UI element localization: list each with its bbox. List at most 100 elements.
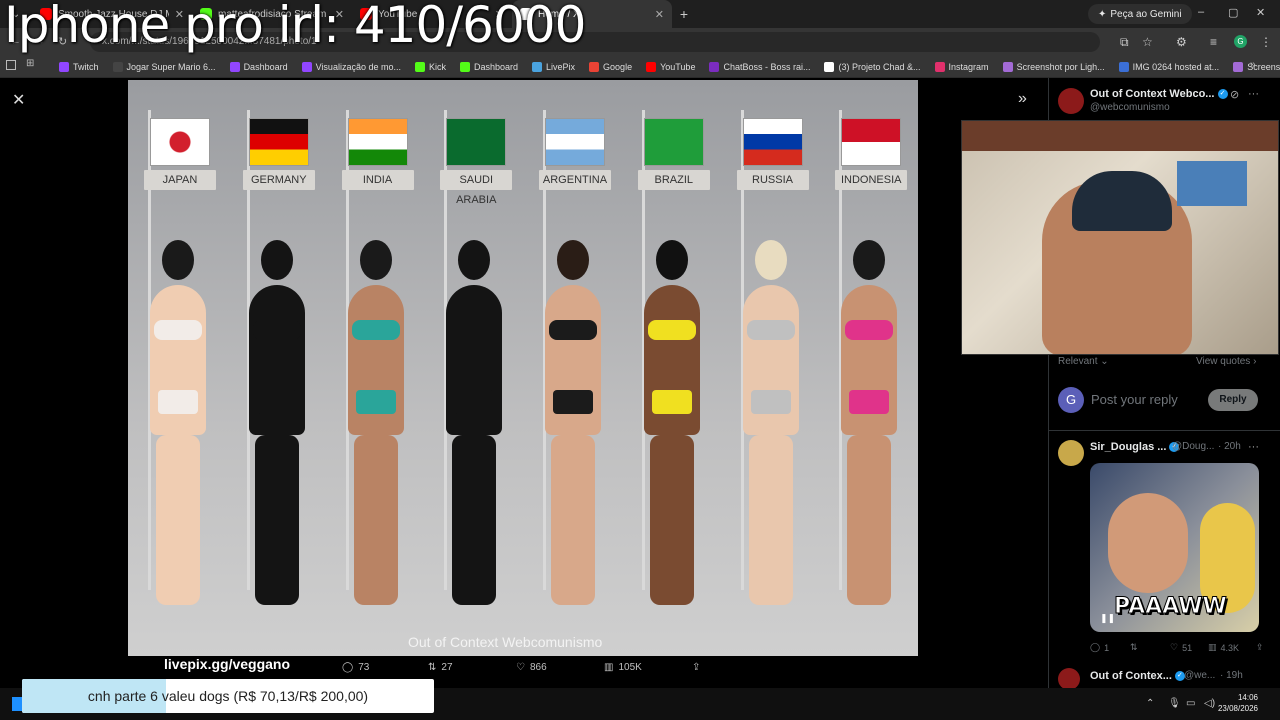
view-quotes-link[interactable]: View quotes ›	[1196, 356, 1256, 367]
country-label: SAUDI ARABIA	[440, 170, 513, 206]
bookmarks-bar: Twitch Jogar Super Mario 6... Dashboard Vis…	[0, 56, 1280, 78]
comment-repost[interactable]: ⇅	[1130, 642, 1138, 653]
tray-expand-icon[interactable]: ⌃	[1146, 698, 1154, 709]
new-tab-button[interactable]: +	[672, 6, 696, 22]
bar-chart-icon: ▥	[1208, 642, 1217, 652]
share-icon: ⇪	[692, 662, 701, 673]
expand-panel-icon[interactable]: »	[1018, 90, 1027, 108]
minimize-button[interactable]: –	[1198, 6, 1204, 18]
bookmark-star-icon[interactable]: ☆	[1142, 35, 1153, 49]
chevron-right-icon: ›	[1253, 356, 1257, 367]
bookmark-favicon-icon	[1233, 61, 1244, 72]
flag-icon	[742, 118, 803, 166]
bookmark-favicon-icon	[532, 61, 543, 72]
bookmark-item[interactable]: Visualização de mo...	[295, 61, 408, 72]
sort-dropdown[interactable]: Relevant ⌄	[1058, 356, 1109, 367]
post-photo[interactable]: JAPAN GERMANY INDIA SAUDI ARABIA ARGENTINA BR…	[128, 80, 918, 656]
commenter-avatar[interactable]	[1058, 440, 1084, 466]
comment-likes[interactable]: ♡ 51	[1170, 642, 1192, 653]
pause-icon[interactable]: ❚❚	[1100, 613, 1115, 624]
commenter-name[interactable]: Sir_Douglas ... ✓	[1090, 441, 1180, 453]
country-column: SAUDI ARABIA	[424, 80, 523, 656]
share-action[interactable]: ⇪	[692, 662, 700, 673]
author-handle[interactable]: @webcomunismo	[1090, 102, 1170, 113]
reply-input[interactable]: Post your reply	[1091, 392, 1178, 407]
author-avatar[interactable]	[1058, 88, 1084, 114]
next-author-avatar[interactable]	[1058, 668, 1080, 690]
country-label: INDONESIA	[835, 170, 908, 190]
webcam-overlay	[961, 120, 1279, 355]
bookmark-item[interactable]: Google	[582, 61, 639, 72]
next-author-name[interactable]: Out of Contex... ✓	[1090, 670, 1185, 682]
gemini-button[interactable]: ✦ Peça ao Gemini	[1088, 4, 1192, 24]
country-column: BRAZIL	[622, 80, 721, 656]
country-label: RUSSIA	[736, 170, 809, 190]
bookmark-item[interactable]: (3) Projeto Chad &...	[817, 61, 927, 72]
reply-action[interactable]: ◯ 73	[342, 662, 369, 673]
close-tab-icon[interactable]: ✕	[655, 8, 664, 21]
donation-goal-bar: cnh parte 6 valeu dogs (R$ 70,13/R$ 200,…	[22, 679, 434, 713]
reply-button[interactable]: Reply	[1208, 389, 1258, 411]
flag-icon	[545, 118, 605, 166]
comment-time: · 20h	[1218, 441, 1241, 452]
menu-kebab-icon[interactable]: ⋮	[1260, 35, 1272, 49]
bookmark-favicon-icon	[589, 61, 600, 72]
flag-icon	[643, 118, 704, 166]
next-author-handle[interactable]: @we...	[1184, 670, 1215, 681]
comment-share[interactable]: ⇪	[1256, 642, 1264, 653]
country-label: INDIA	[341, 170, 414, 190]
views-action[interactable]: ▥ 105K	[604, 662, 642, 673]
comment-replies[interactable]: ◯ 1	[1090, 642, 1109, 653]
taskbar-clock[interactable]: 14:06 23/08/2026	[1218, 692, 1258, 714]
bookmark-item[interactable]: YouTube	[639, 61, 702, 72]
person-figure	[535, 230, 611, 630]
profile-avatar[interactable]: G	[1234, 35, 1247, 48]
repost-action[interactable]: ⇅ 27	[428, 662, 453, 673]
microphone-icon[interactable]: 🎙	[1168, 698, 1181, 709]
bookmark-item[interactable]: LivePix	[525, 61, 582, 72]
bookmark-item[interactable]: Jogar Super Mario 6...	[106, 61, 223, 72]
more-options-icon[interactable]: ···	[1248, 88, 1259, 100]
author-name[interactable]: Out of Context Webco... ✓	[1090, 88, 1228, 100]
person-figure	[338, 230, 414, 630]
cast-icon[interactable]: ⧉	[1120, 35, 1129, 50]
close-icon[interactable]: ✕	[12, 90, 25, 110]
donation-goal-text: cnh parte 6 valeu dogs (R$ 70,13/R$ 200,…	[87, 688, 369, 704]
country-column: ARGENTINA	[523, 80, 622, 656]
reply-icon: ◯	[1090, 642, 1101, 652]
bookmark-item[interactable]: Dashboard	[223, 61, 295, 72]
close-window-button[interactable]: ✕	[1256, 6, 1265, 19]
apps-grid-icon[interactable]: ⊞	[26, 58, 34, 69]
commenter-handle[interactable]: @Doug...	[1172, 441, 1214, 452]
bookmark-item[interactable]: Kick	[408, 61, 453, 72]
like-action[interactable]: ♡ 866	[516, 662, 547, 673]
bookmark-item[interactable]: Instagram	[928, 61, 996, 72]
bookmark-favicon-icon	[934, 61, 945, 72]
repost-icon: ⇅	[428, 662, 437, 673]
bookmark-item[interactable]: ChatBoss - Boss rai...	[702, 61, 817, 72]
bookmark-item[interactable]: Twitch	[52, 61, 106, 72]
bookmark-item[interactable]: Screenshot por Ligh...	[996, 61, 1112, 72]
maximize-button[interactable]: ▢	[1228, 6, 1238, 19]
bookmark-item[interactable]: IMG 0264 hosted at...	[1112, 61, 1227, 72]
more-options-icon[interactable]: ···	[1248, 441, 1259, 453]
person-figure	[140, 230, 216, 630]
video-caption: PAAAWW	[1114, 594, 1228, 620]
photo-watermark: Out of Context Webcomunismo	[408, 634, 603, 650]
extensions-icon[interactable]: ⚙	[1176, 35, 1187, 49]
stream-title-overlay: Iphone pro irl: 410/6000	[4, 0, 586, 54]
bookmark-favicon-icon	[646, 61, 657, 72]
grok-icon[interactable]: ⊘	[1230, 88, 1239, 101]
flag-icon	[347, 118, 408, 166]
comment-views[interactable]: ▥ 4.3K	[1208, 642, 1239, 653]
network-icon[interactable]: ▭	[1186, 698, 1195, 709]
bookmark-app-icon[interactable]	[6, 60, 16, 70]
volume-icon[interactable]: ◁)	[1204, 698, 1215, 709]
flag-icon	[446, 118, 507, 166]
media-icon[interactable]: ≡	[1210, 35, 1217, 49]
bookmark-favicon-icon	[1118, 61, 1129, 72]
repost-icon: ⇅	[1130, 642, 1138, 652]
bookmark-item[interactable]: Dashboard	[453, 61, 525, 72]
bookmark-favicon-icon	[229, 61, 240, 72]
more-bookmarks-icon[interactable]: »	[1250, 59, 1256, 70]
